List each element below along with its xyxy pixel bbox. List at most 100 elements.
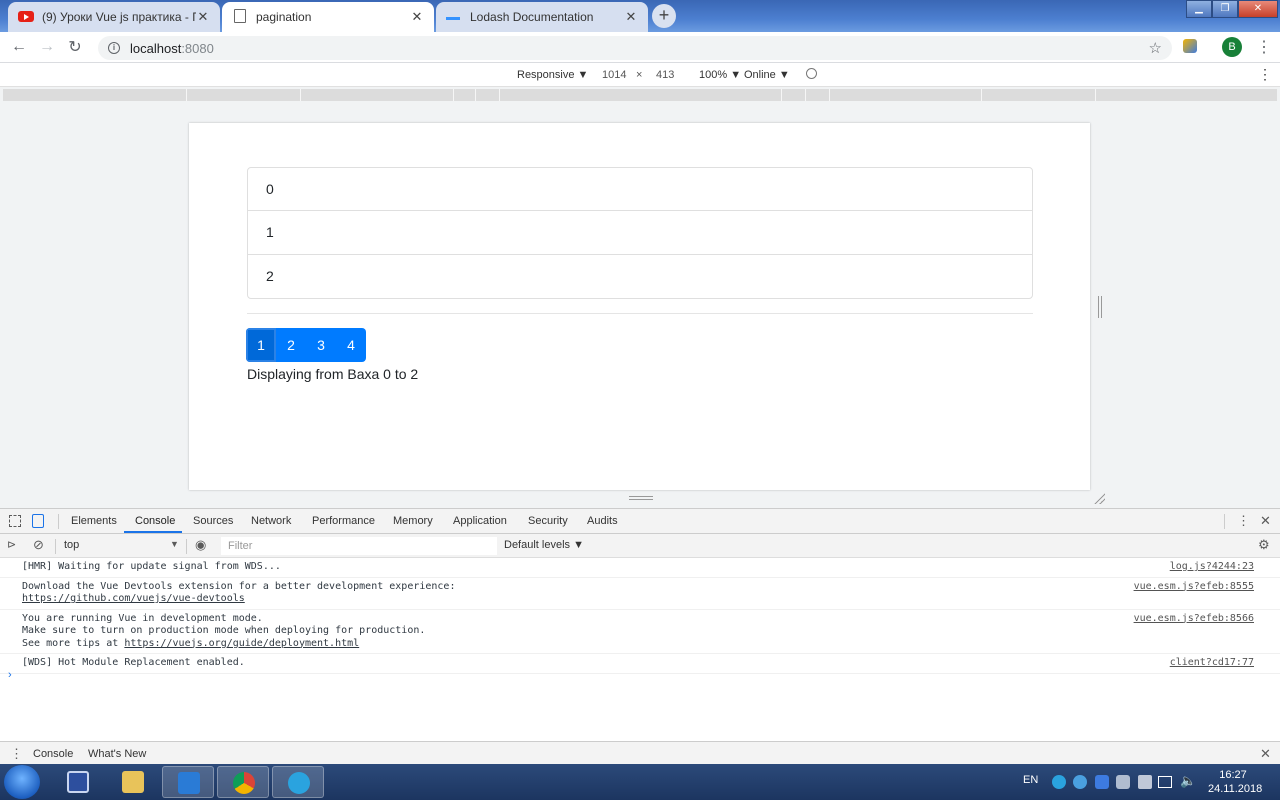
network-throttle-select[interactable]: Online ▼ [744,69,790,81]
console-filter-input[interactable]: Filter [221,537,497,555]
media-query-ruler[interactable] [3,89,1277,101]
device-mode-select[interactable]: Responsive ▼ [517,69,588,81]
clock-time: 16:27 [1219,769,1247,781]
reload-icon[interactable]: ↻ [61,37,89,57]
tab-lodash[interactable]: Lodash Documentation ✕ [436,2,648,32]
pagination: 1 2 3 4 [246,328,366,362]
device-toolbar-menu-icon[interactable]: ⋮ [1258,66,1272,83]
tab-pagination[interactable]: pagination ✕ [222,2,434,32]
url-port: :8080 [181,40,214,56]
active-tab-indicator [124,531,182,533]
taskbar-explorer[interactable] [107,766,159,798]
forward-icon[interactable]: → [33,38,61,56]
zoom-select[interactable]: 100% ▼ [699,69,741,81]
tab-audits[interactable]: Audits [587,515,618,527]
page-button-3[interactable]: 3 [306,328,336,362]
show-sidebar-icon[interactable]: ⊳ [7,538,16,551]
telegram-tray-icon[interactable] [1052,775,1066,789]
drawer-tab-console[interactable]: Console [33,748,73,760]
log-levels-select[interactable]: Default levels ▼ [504,539,584,551]
info-icon[interactable]: i [108,42,120,54]
back-icon[interactable]: ← [5,38,33,56]
divider [247,313,1033,314]
browser-tab-strip: (9) Уроки Vue js практика - Паги ✕ pagin… [0,0,1280,32]
tab-console[interactable]: Console [135,515,175,527]
devtools-menu-icon[interactable]: ⋮ [1237,513,1250,529]
clear-console-icon[interactable]: ⊘ [33,537,44,553]
address-bar[interactable]: i localhost:8080 ☆ [98,36,1172,60]
drawer-menu-icon[interactable]: ⋮ [10,746,23,762]
tab-network[interactable]: Network [251,515,291,527]
context-select[interactable]: top [64,539,79,551]
display-range-text: Displaying from Baxa 0 to 2 [247,366,419,382]
message-source-link[interactable]: vue.esm.js?efeb:8555 [1134,581,1254,594]
drawer-tab-whats-new[interactable]: What's New [88,748,146,760]
message-source-link[interactable]: log.js?4244:23 [1170,561,1254,574]
chevron-down-icon[interactable]: ▼ [170,539,179,549]
close-window-button[interactable]: ✕ [1238,0,1278,18]
tab-elements[interactable]: Elements [71,515,117,527]
bookmark-star-icon[interactable]: ☆ [1149,39,1162,57]
vue-devtools-link[interactable]: https://github.com/vuejs/vue-devtools [22,593,245,604]
eye-icon[interactable]: ◉ [195,537,206,553]
maximize-button[interactable]: ❐ [1212,0,1238,18]
action-center-icon[interactable] [1138,775,1152,789]
emulated-viewport: 0 1 2 1 2 3 4 Displaying from Baxa 0 to … [189,123,1090,490]
viewport-height-resize-handle[interactable] [629,496,653,500]
taskbar-save-app[interactable] [52,766,104,798]
browser-menu-icon[interactable]: ⋮ [1256,37,1272,57]
close-tab-icon[interactable]: ✕ [196,9,210,25]
window-controls: ▁ ❐ ✕ [1186,0,1278,18]
console-prompt[interactable]: › [8,669,12,681]
minimize-button[interactable]: ▁ [1186,0,1212,18]
youtube-icon [18,9,34,25]
viewport-height-input[interactable]: 413 [656,69,674,81]
rotate-icon[interactable] [806,68,817,79]
close-devtools-icon[interactable]: ✕ [1260,513,1271,529]
volume-icon[interactable]: 🔈 [1180,773,1196,789]
taskbar-chrome[interactable] [217,766,269,798]
settings-tray-icon[interactable] [1116,775,1130,789]
floppy-icon [67,771,89,793]
page-button-1[interactable]: 1 [246,328,276,362]
page-button-2[interactable]: 2 [276,328,306,362]
list-item: 0 [248,168,1032,212]
tab-application[interactable]: Application [453,515,507,527]
language-indicator[interactable]: EN [1023,774,1038,786]
viewport-corner-resize-handle[interactable] [1093,492,1105,504]
new-tab-button[interactable]: + [652,4,676,28]
list-item: 1 [248,211,1032,255]
console-toolbar: ⊳ ⊘ top ▼ ◉ Filter Default levels ▼ ⚙ [0,534,1280,558]
message-source-link[interactable]: vue.esm.js?efeb:8566 [1134,613,1254,626]
close-tab-icon[interactable]: ✕ [624,9,638,25]
tab-memory[interactable]: Memory [393,515,433,527]
dimension-separator: × [636,69,643,81]
close-tab-icon[interactable]: ✕ [410,9,424,25]
console-settings-gear-icon[interactable]: ⚙ [1258,537,1270,553]
page-button-4[interactable]: 4 [336,328,366,362]
vue-deployment-link[interactable]: https://vuejs.org/guide/deployment.html [124,638,359,649]
network-icon[interactable] [1158,776,1172,788]
close-drawer-icon[interactable]: ✕ [1260,746,1271,762]
profile-avatar[interactable]: B [1222,37,1242,57]
system-clock[interactable]: 16:27 24.11.2018 [1208,768,1262,796]
browser-toolbar: ← → ↻ i localhost:8080 ☆ [0,32,1280,63]
taskbar-vscode[interactable] [162,766,214,798]
vscode-icon [178,772,200,794]
viewport-width-resize-handle[interactable] [1098,296,1102,318]
skype-tray-icon[interactable] [1073,775,1087,789]
device-toggle-icon[interactable] [32,514,44,528]
extension-icon[interactable] [1183,39,1197,53]
start-button[interactable] [4,765,40,799]
tab-performance[interactable]: Performance [312,515,375,527]
tab-sources[interactable]: Sources [193,515,233,527]
lodash-icon [446,9,462,25]
document-icon [232,9,248,25]
inspect-element-icon[interactable] [9,515,21,527]
app-tray-icon[interactable] [1095,775,1109,789]
message-source-link[interactable]: client?cd17:77 [1170,657,1254,670]
viewport-width-input[interactable]: 1014 [602,69,626,81]
tab-vue-lessons[interactable]: (9) Уроки Vue js практика - Паги ✕ [8,2,220,32]
tab-security[interactable]: Security [528,515,568,527]
taskbar-telegram[interactable] [272,766,324,798]
